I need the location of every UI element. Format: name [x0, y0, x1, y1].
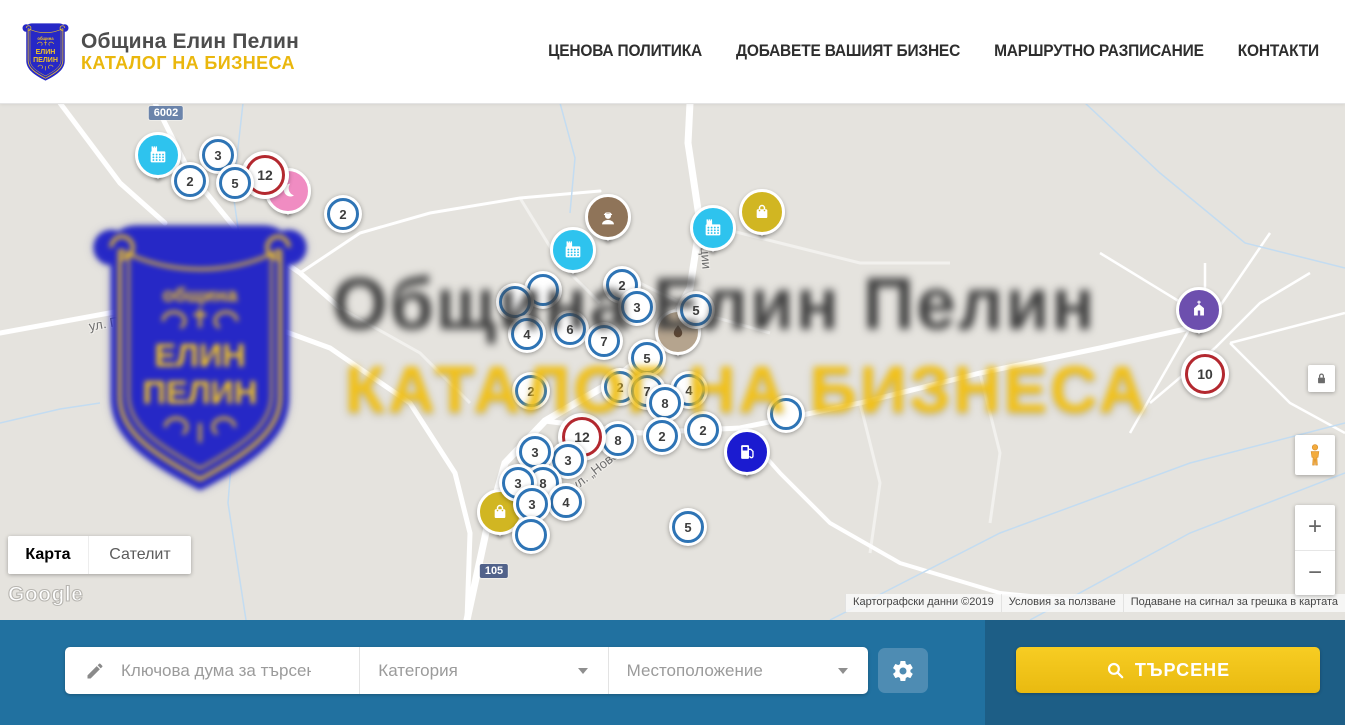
gear-icon: [891, 659, 915, 683]
map-cluster-marker[interactable]: 6: [551, 310, 589, 348]
zoom-in-button[interactable]: +: [1295, 505, 1335, 551]
advanced-settings-button[interactable]: [878, 648, 928, 693]
chevron-down-icon: [838, 668, 848, 674]
map-cluster-marker[interactable]: 2: [171, 162, 209, 200]
category-dropdown[interactable]: Категория: [359, 647, 607, 694]
google-map-canvas[interactable]: 6002105 ул. Преславбул. „Новоселции: [0, 103, 1345, 620]
map-cluster-marker[interactable]: 3: [618, 288, 656, 326]
municipality-shield-icon: община ЕЛИН ПЕЛИН: [22, 21, 69, 83]
keyword-field-wrap: [65, 647, 359, 694]
zoom-out-button[interactable]: −: [1295, 551, 1335, 596]
location-dropdown-label: Местоположение: [609, 661, 763, 681]
search-button-label: ТЪРСЕНЕ: [1135, 660, 1230, 681]
map-cluster-marker[interactable]: 4: [508, 315, 546, 353]
map-type-control: Карта Сателит: [8, 536, 191, 574]
attribution-report-error-link[interactable]: Подаване на сигнал за грешка в картата: [1131, 596, 1338, 608]
google-logo[interactable]: Google: [8, 583, 83, 607]
site-logo[interactable]: община ЕЛИН ПЕЛИН Община Елин Пелин КАТА…: [22, 21, 299, 83]
nav-contacts[interactable]: КОНТАКТИ: [1238, 42, 1319, 61]
map-attribution: Картографски данни ©2019 Условия за полз…: [845, 594, 1345, 612]
main-nav: ЦЕНОВА ПОЛИТИКА ДОБАВЕТЕ ВАШИЯТ БИЗНЕС М…: [548, 43, 1319, 61]
street-view-pegman-button[interactable]: [1295, 435, 1335, 475]
brand-text: Община Елин Пелин КАТАЛОГ НА БИЗНЕСА: [81, 30, 299, 74]
search-icon: [1106, 661, 1125, 680]
svg-text:ЕЛИН: ЕЛИН: [36, 48, 56, 55]
nav-route-schedule[interactable]: МАРШРУТНО РАЗПИСАНИЕ: [994, 42, 1204, 61]
road-number-label: 6002: [149, 106, 183, 120]
map-cluster-marker[interactable]: 10: [1181, 350, 1229, 398]
keyword-search-input[interactable]: [119, 660, 313, 682]
svg-text:община: община: [37, 35, 54, 40]
map-cluster-marker[interactable]: 2: [512, 372, 550, 410]
search-panel: Категория Местоположение ТЪРСЕНЕ: [0, 620, 1345, 725]
svg-text:ПЕЛИН: ПЕЛИН: [33, 56, 58, 63]
site-title: Община Елин Пелин: [81, 30, 299, 54]
map-cluster-marker[interactable]: [512, 516, 550, 554]
map-cluster-marker[interactable]: 5: [216, 164, 254, 202]
map-pin-factory[interactable]: [690, 205, 736, 263]
location-dropdown[interactable]: Местоположение: [608, 647, 868, 694]
map-cluster-marker[interactable]: 5: [677, 291, 715, 329]
search-button[interactable]: ТЪРСЕНЕ: [1016, 647, 1320, 693]
map-pin-church[interactable]: [1176, 287, 1222, 345]
lock-button[interactable]: [1308, 365, 1335, 392]
attribution-terms-link[interactable]: Условия за ползване: [1009, 596, 1116, 608]
nav-add-your-business[interactable]: ДОБАВЕТЕ ВАШИЯТ БИЗНЕС: [736, 42, 960, 61]
map-cluster-marker[interactable]: 5: [669, 508, 707, 546]
map-pin-bag[interactable]: [739, 189, 785, 247]
map-cluster-marker[interactable]: 7: [585, 322, 623, 360]
lock-icon: [1314, 371, 1329, 386]
pencil-icon: [85, 661, 105, 681]
category-dropdown-label: Категория: [360, 661, 457, 681]
header: община ЕЛИН ПЕЛИН Община Елин Пелин КАТА…: [0, 0, 1345, 104]
map-cluster-marker[interactable]: 2: [684, 411, 722, 449]
page: община ЕЛИН ПЕЛИН Община Елин Пелин КАТА…: [0, 0, 1345, 725]
map-type-map-button[interactable]: Карта: [8, 536, 89, 574]
map-cluster-marker[interactable]: 2: [324, 195, 362, 233]
nav-pricing-policy[interactable]: ЦЕНОВА ПОЛИТИКА: [548, 42, 702, 61]
attribution-copyright: Картографски данни ©2019: [845, 594, 1001, 612]
map-cluster-marker[interactable]: [767, 395, 805, 433]
zoom-control: + −: [1295, 505, 1335, 595]
map-pin-fuel[interactable]: [724, 429, 770, 487]
map-type-satellite-button[interactable]: Сателит: [89, 536, 191, 574]
pegman-icon: [1304, 442, 1326, 468]
search-form: Категория Местоположение: [65, 647, 868, 694]
map-cluster-marker[interactable]: 4: [547, 483, 585, 521]
site-subtitle: КАТАЛОГ НА БИЗНЕСА: [81, 53, 299, 73]
map-cluster-marker[interactable]: 2: [643, 417, 681, 455]
chevron-down-icon: [578, 668, 588, 674]
road-number-label: 105: [480, 564, 508, 578]
